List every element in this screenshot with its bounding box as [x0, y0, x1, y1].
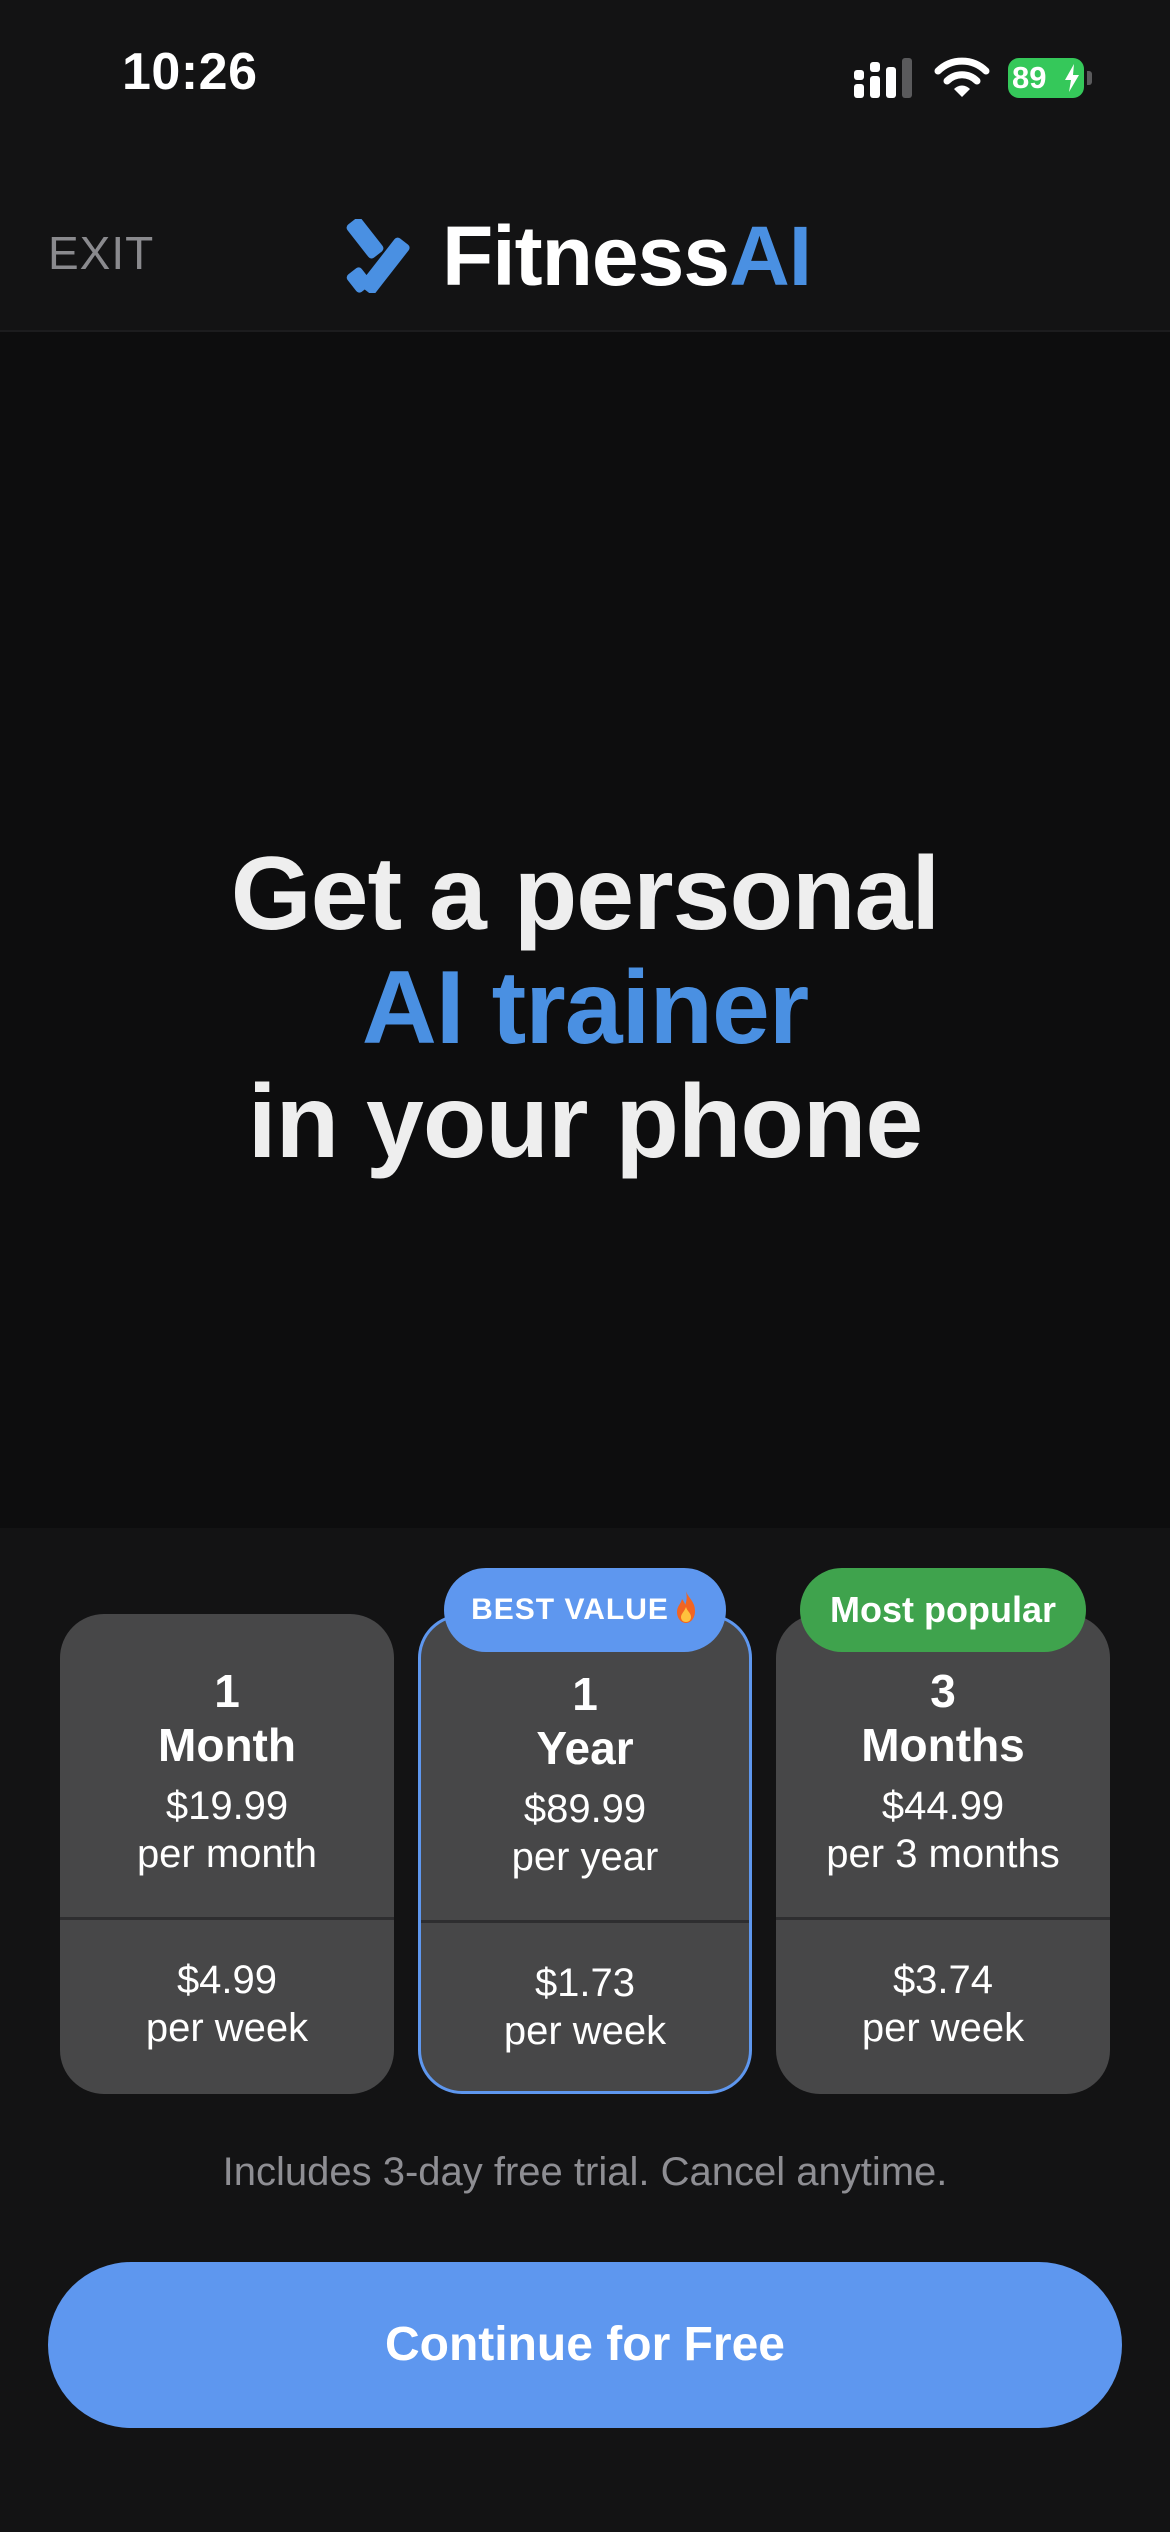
- plan-weekly: $4.99 per week: [60, 1920, 394, 2094]
- best-value-badge: BEST VALUE: [444, 1568, 726, 1652]
- plan-weekly: $3.74 per week: [776, 1920, 1110, 2094]
- plan-card-1-year[interactable]: 1 Year $89.99 per year $1.73 per week: [418, 1614, 752, 2094]
- wifi-icon: [934, 57, 990, 97]
- plan-duration-unit: Month: [158, 1719, 296, 1771]
- plan-weekly-price: $1.73: [534, 1961, 636, 2005]
- most-popular-badge: Most popular: [800, 1568, 1086, 1652]
- hero-line-3: in your phone: [247, 1064, 924, 1180]
- plan-duration: 1 Month: [60, 1664, 394, 1772]
- hero-line-2: AI trainer: [361, 950, 810, 1066]
- nav-bar: EXIT FitnessAI: [0, 150, 1170, 332]
- plan-duration-number: 3: [930, 1665, 956, 1717]
- hero-line-1: Get a personal: [230, 836, 940, 952]
- plan-weekly-price: $3.74: [892, 1958, 994, 2002]
- plan-period: per month: [136, 1832, 318, 1876]
- logo-wordmark: FitnessAI: [442, 209, 812, 303]
- battery-level: 89: [1012, 60, 1047, 95]
- trial-note: Includes 3-day free trial. Cancel anytim…: [222, 2150, 948, 2194]
- fitnessai-logo: FitnessAI: [346, 209, 812, 303]
- charging-bolt-icon: [1065, 64, 1079, 92]
- plan-weekly-label: per week: [861, 2006, 1025, 2050]
- hero-section: Get a personal AI trainer in your phone: [0, 332, 1170, 1528]
- plan-summary: 1 Month $19.99 per month: [60, 1614, 394, 1920]
- plan-summary: 1 Year $89.99 per year: [421, 1617, 749, 1923]
- plan-weekly-label: per week: [145, 2006, 309, 2050]
- plan-weekly-price: $4.99: [176, 1958, 278, 2002]
- cellular-signal-icon: [854, 58, 912, 98]
- hero-headline: Get a personal AI trainer in your phone: [0, 837, 1170, 1179]
- plan-period: per 3 months: [826, 1832, 1060, 1876]
- status-bar: 10:26 89: [0, 0, 1170, 150]
- exit-button[interactable]: EXIT: [48, 226, 154, 280]
- plan-card-3-months[interactable]: 3 Months $44.99 per 3 months $3.74 per we…: [776, 1614, 1110, 2094]
- plan-duration-unit: Year: [536, 1722, 634, 1774]
- plan-summary: 3 Months $44.99 per 3 months: [776, 1614, 1110, 1920]
- status-time: 10:26: [122, 43, 258, 101]
- plan-period: per year: [511, 1835, 659, 1879]
- plan-duration-unit: Months: [861, 1719, 1025, 1771]
- plan-weekly-label: per week: [503, 2009, 667, 2053]
- continue-for-free-button[interactable]: Continue for Free: [48, 2262, 1122, 2428]
- battery-cap: [1087, 71, 1092, 85]
- plan-price: $89.99: [523, 1787, 647, 1831]
- plan-price: $19.99: [165, 1784, 289, 1828]
- logo-text-accent: AI: [729, 209, 812, 303]
- plan-price: $44.99: [881, 1784, 1005, 1828]
- battery-indicator: 89: [1008, 58, 1092, 98]
- plan-duration-number: 1: [214, 1665, 240, 1717]
- plan-card-1-month[interactable]: 1 Month $19.99 per month $4.99 per week: [60, 1614, 394, 2094]
- flame-icon: [676, 1591, 695, 1623]
- plan-duration: 1 Year: [421, 1667, 749, 1775]
- fitnessai-logo-icon: [346, 219, 410, 293]
- logo-text-primary: Fitness: [442, 209, 730, 303]
- plan-duration-number: 1: [572, 1668, 598, 1720]
- badge-label: BEST VALUE: [471, 1593, 669, 1626]
- plan-duration: 3 Months: [776, 1664, 1110, 1772]
- plan-weekly: $1.73 per week: [421, 1923, 749, 2091]
